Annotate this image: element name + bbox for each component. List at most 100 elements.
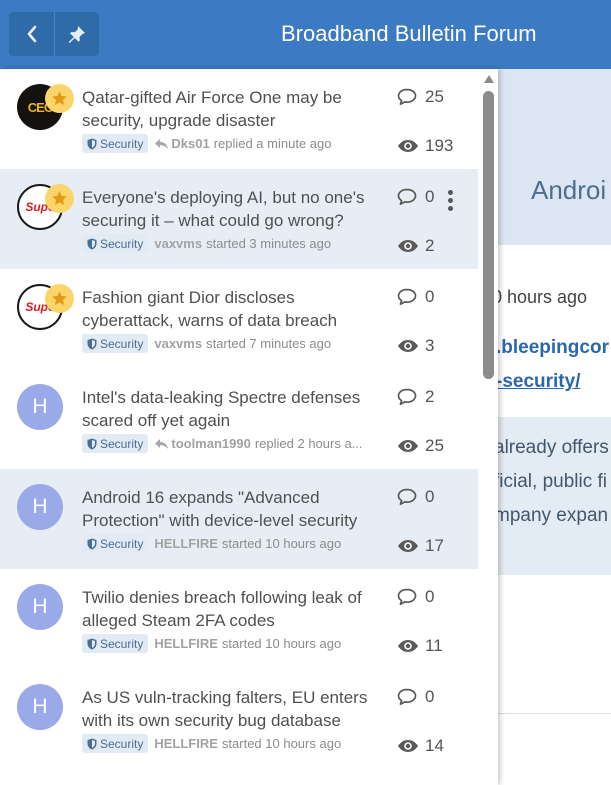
thread-detail-title: Androi <box>531 175 607 205</box>
avatar[interactable]: H <box>17 384 63 430</box>
star-icon <box>45 184 74 213</box>
eye-icon <box>398 340 418 352</box>
thread-meta: Security vaxvms started 3 minutes ago <box>82 234 331 253</box>
tag-badge[interactable]: Security <box>82 134 149 153</box>
shield-icon <box>87 738 97 749</box>
thread-user[interactable]: Dks01 <box>171 136 209 151</box>
thread-title[interactable]: Fashion giant Dior discloses cyberattack… <box>82 286 377 332</box>
reply-count: 25 <box>397 86 444 108</box>
thread-title[interactable]: Everyone's deploying AI, but no one's se… <box>82 186 377 232</box>
thread-meta: Security vaxvms started 7 minutes ago <box>82 334 331 353</box>
thread-detail-time: 0 hours ago <box>498 287 588 307</box>
view-count: 3 <box>397 336 434 356</box>
avatar[interactable]: H <box>17 484 63 530</box>
eye-icon <box>398 540 418 552</box>
eye-icon <box>398 440 418 452</box>
pin-icon <box>69 26 85 43</box>
tag-badge[interactable]: Security <box>82 634 149 653</box>
thread-detail-link[interactable]: .bleepingcor <box>498 337 609 359</box>
shield-icon <box>87 438 97 449</box>
view-count: 193 <box>397 136 453 156</box>
thread-action: started 7 minutes ago <box>206 336 332 351</box>
avatar[interactable]: H <box>17 684 63 730</box>
thread-row[interactable]: H Intel's data-leaking Spectre defenses … <box>0 369 478 469</box>
eye-icon <box>398 640 418 652</box>
view-count: 11 <box>397 636 443 656</box>
thread-title[interactable]: Qatar-gifted Air Force One may be securi… <box>82 86 377 132</box>
thread-title[interactable]: Intel's data-leaking Spectre defenses sc… <box>82 386 377 432</box>
scrollbar[interactable] <box>479 69 498 785</box>
thread-row[interactable]: H Twilio denies breach following leak of… <box>0 569 478 669</box>
thread-row[interactable]: Supe Everyone's deploying AI, but no one… <box>0 169 478 269</box>
thread-action: started 10 hours ago <box>221 536 342 551</box>
tag-badge[interactable]: Security <box>82 334 149 353</box>
thread-row[interactable]: H Android 16 expands "Advanced Protectio… <box>0 469 478 569</box>
thread-detail-quote: already offers ficial, public fi mpany e… <box>498 417 611 575</box>
tag-badge[interactable]: Security <box>82 434 149 453</box>
thread-user[interactable]: HELLFIRE <box>154 736 218 751</box>
chevron-left-icon <box>27 25 36 43</box>
view-count: 25 <box>397 436 444 456</box>
comment-icon <box>397 388 417 406</box>
quote-line: mpany expan <box>498 505 609 526</box>
thread-user[interactable]: HELLFIRE <box>154 636 218 651</box>
shield-icon <box>87 338 97 349</box>
thread-list: CEC Qatar-gifted Air Force One may be se… <box>0 69 478 769</box>
thread-detail-link-continued[interactable]: -security/ <box>498 371 580 393</box>
tag-badge[interactable]: Security <box>82 734 149 753</box>
star-icon <box>45 284 74 313</box>
header-button-group <box>9 12 99 56</box>
thread-detail-background: Androi 0 hours ago .bleepingcor -securit… <box>498 69 611 785</box>
thread-meta: Security HELLFIRE started 10 hours ago <box>82 734 341 753</box>
thread-meta: Security HELLFIRE started 10 hours ago <box>82 634 341 653</box>
thread-user[interactable]: vaxvms <box>154 336 202 351</box>
comment-icon <box>397 588 417 606</box>
thread-row[interactable]: H As US vuln-tracking falters, EU enters… <box>0 669 478 769</box>
view-count: 17 <box>397 536 444 556</box>
eye-icon <box>398 240 418 252</box>
reply-count: 0 <box>397 186 434 208</box>
thread-meta: Security Dks01 replied a minute ago <box>82 134 331 153</box>
thread-user[interactable]: vaxvms <box>154 236 202 251</box>
more-options-icon[interactable] <box>446 190 454 212</box>
comment-icon <box>397 188 417 206</box>
thread-action: replied 2 hours a... <box>254 436 363 451</box>
page-title: Broadband Bulletin Forum <box>281 21 537 46</box>
comment-icon <box>397 488 417 506</box>
star-icon <box>45 84 74 113</box>
thread-row[interactable]: CEC Qatar-gifted Air Force One may be se… <box>0 69 478 169</box>
top-bar: Broadband Bulletin Forum <box>0 0 611 69</box>
tag-badge[interactable]: Security <box>82 234 149 253</box>
thread-user[interactable]: HELLFIRE <box>154 536 218 551</box>
back-button[interactable] <box>9 12 54 56</box>
eye-icon <box>398 740 418 752</box>
eye-icon <box>398 140 418 152</box>
comment-icon <box>397 288 417 306</box>
shield-icon <box>87 238 97 249</box>
thread-meta: Security toolman1990 replied 2 hours a..… <box>82 434 363 453</box>
thread-row[interactable]: Supe Fashion giant Dior discloses cybera… <box>0 269 478 369</box>
thread-action: started 3 minutes ago <box>206 236 332 251</box>
reply-count: 0 <box>397 486 434 508</box>
thread-detail-header: Androi <box>498 69 611 245</box>
pin-button[interactable] <box>54 12 99 56</box>
thread-title[interactable]: Twilio denies breach following leak of a… <box>82 586 377 632</box>
view-count: 2 <box>397 236 434 256</box>
quote-line: ficial, public fi <box>498 471 607 492</box>
reply-count: 2 <box>397 386 434 408</box>
avatar[interactable]: H <box>17 584 63 630</box>
thread-user[interactable]: toolman1990 <box>171 436 250 451</box>
shield-icon <box>87 138 97 149</box>
divider <box>498 713 611 714</box>
shield-icon <box>87 638 97 649</box>
scrollbar-thumb[interactable] <box>483 91 494 379</box>
thread-title[interactable]: As US vuln-tracking falters, EU enters w… <box>82 686 377 732</box>
reply-icon <box>154 138 169 150</box>
scroll-up-arrow-icon[interactable] <box>484 75 494 83</box>
thread-action: started 10 hours ago <box>221 636 342 651</box>
reply-count: 0 <box>397 586 434 608</box>
thread-action: started 10 hours ago <box>221 736 342 751</box>
thread-action: replied a minute ago <box>213 136 332 151</box>
tag-badge[interactable]: Security <box>82 534 149 553</box>
thread-title[interactable]: Android 16 expands "Advanced Protection"… <box>82 486 377 532</box>
